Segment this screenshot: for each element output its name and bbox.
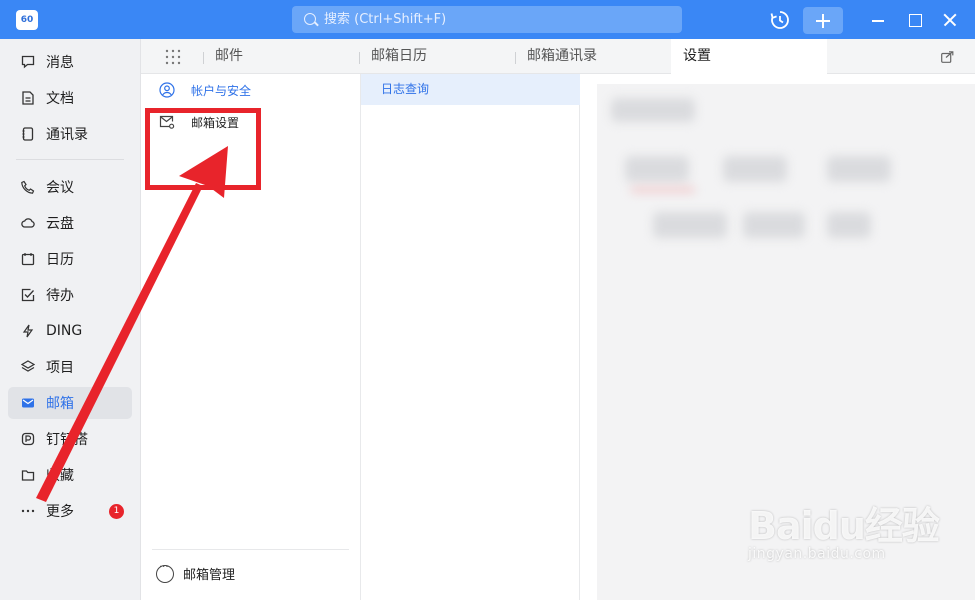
close-button[interactable]	[938, 8, 962, 32]
maximize-button[interactable]	[903, 8, 927, 32]
sidebar-item-messages[interactable]: 消息	[8, 46, 132, 78]
sidebar-item-label: DING	[46, 323, 83, 339]
footer-divider	[152, 549, 349, 550]
global-search-input[interactable]: 搜索 (Ctrl+Shift+F)	[292, 6, 682, 33]
settings-item-label: 帐户与安全	[191, 83, 252, 98]
search-icon	[304, 13, 316, 25]
sidebar-item-docs[interactable]: 文档	[8, 82, 132, 114]
builder-icon	[21, 432, 35, 446]
search-placeholder: 搜索 (Ctrl+Shift+F)	[324, 12, 447, 27]
lightning-icon	[21, 324, 35, 338]
sidebar-item-label: 文档	[46, 91, 74, 107]
minimize-button[interactable]	[866, 8, 890, 32]
sidebar-item-calendar[interactable]: 日历	[8, 243, 132, 275]
sidebar-divider	[16, 159, 124, 160]
more-icon	[21, 504, 35, 518]
folder-icon	[21, 468, 35, 482]
sidebar-item-contacts[interactable]: 通讯录	[8, 118, 132, 150]
mailbox-management-button[interactable]: 邮箱管理	[156, 562, 236, 583]
title-bar: 60 搜索 (Ctrl+Shift+F)	[0, 0, 975, 39]
sidebar-item-favorites[interactable]: 收藏	[8, 459, 132, 491]
sidebar-item-label: 邮箱	[46, 396, 74, 412]
sidebar-item-label: 云盘	[46, 216, 74, 232]
mail-icon	[21, 396, 35, 410]
notification-badge: 1	[109, 504, 124, 519]
sidebar-item-ding[interactable]: DING	[8, 315, 132, 347]
contacts-icon	[21, 127, 35, 141]
sidebar-item-label: 通讯录	[46, 127, 88, 143]
sidebar-item-meeting[interactable]: 会议	[8, 171, 132, 203]
sidebar-item-label: 消息	[46, 55, 74, 71]
watermark: Baidu经验 jingyan.baidu.com	[748, 495, 940, 562]
sidebar-item-label: 会议	[46, 180, 74, 196]
calendar-icon	[21, 252, 35, 266]
settings-submenu: 日志查询	[361, 74, 580, 600]
project-icon	[20, 360, 36, 374]
watermark-main: Baidu经验	[748, 504, 940, 548]
tab-bar: 邮件 邮箱日历 邮箱通讯录 设置	[141, 39, 975, 74]
sidebar-item-project[interactable]: 项目	[8, 351, 132, 383]
phone-icon	[21, 180, 35, 194]
main-sidebar: 消息 文档 通讯录 会议 云盘 日历 待办 DING 项目 邮箱 钉钉搭 收藏 …	[0, 39, 141, 600]
history-icon	[770, 11, 789, 29]
sidebar-item-todo[interactable]: 待办	[8, 279, 132, 311]
sidebar-item-builder[interactable]: 钉钉搭	[8, 423, 132, 455]
tab-mail[interactable]: 邮件	[203, 39, 359, 74]
popout-window-icon[interactable]	[941, 51, 954, 63]
sidebar-item-cloud[interactable]: 云盘	[8, 207, 132, 239]
footer-label: 邮箱管理	[183, 568, 236, 583]
tab-mail-contacts[interactable]: 邮箱通讯录	[515, 39, 671, 74]
tab-mail-calendar[interactable]: 邮箱日历	[359, 39, 515, 74]
todo-icon	[21, 288, 35, 302]
settings-item-account-security[interactable]: 帐户与安全	[159, 77, 251, 103]
message-icon	[21, 55, 35, 69]
sidebar-item-label: 更多	[46, 504, 74, 520]
cloud-icon	[21, 216, 35, 230]
more-circle-icon	[156, 562, 174, 583]
sidebar-item-label: 钉钉搭	[46, 432, 88, 448]
user-circle-icon	[159, 82, 175, 98]
document-icon	[21, 91, 35, 105]
add-button[interactable]	[803, 7, 843, 34]
tab-settings[interactable]: 设置	[671, 39, 827, 74]
sidebar-item-label: 待办	[46, 288, 74, 304]
sidebar-item-label: 日历	[46, 252, 74, 268]
sidebar-item-label: 项目	[46, 360, 74, 376]
app-logo: 60	[16, 10, 38, 30]
sidebar-item-label: 收藏	[46, 468, 74, 484]
sidebar-item-mailbox[interactable]: 邮箱	[8, 387, 132, 419]
submenu-item-log-query[interactable]: 日志查询	[361, 74, 580, 105]
history-button[interactable]	[768, 8, 792, 32]
apps-grid-icon[interactable]	[165, 49, 181, 65]
annotation-highlight-box	[145, 108, 261, 190]
sidebar-item-more[interactable]: 更多 1	[8, 495, 132, 527]
